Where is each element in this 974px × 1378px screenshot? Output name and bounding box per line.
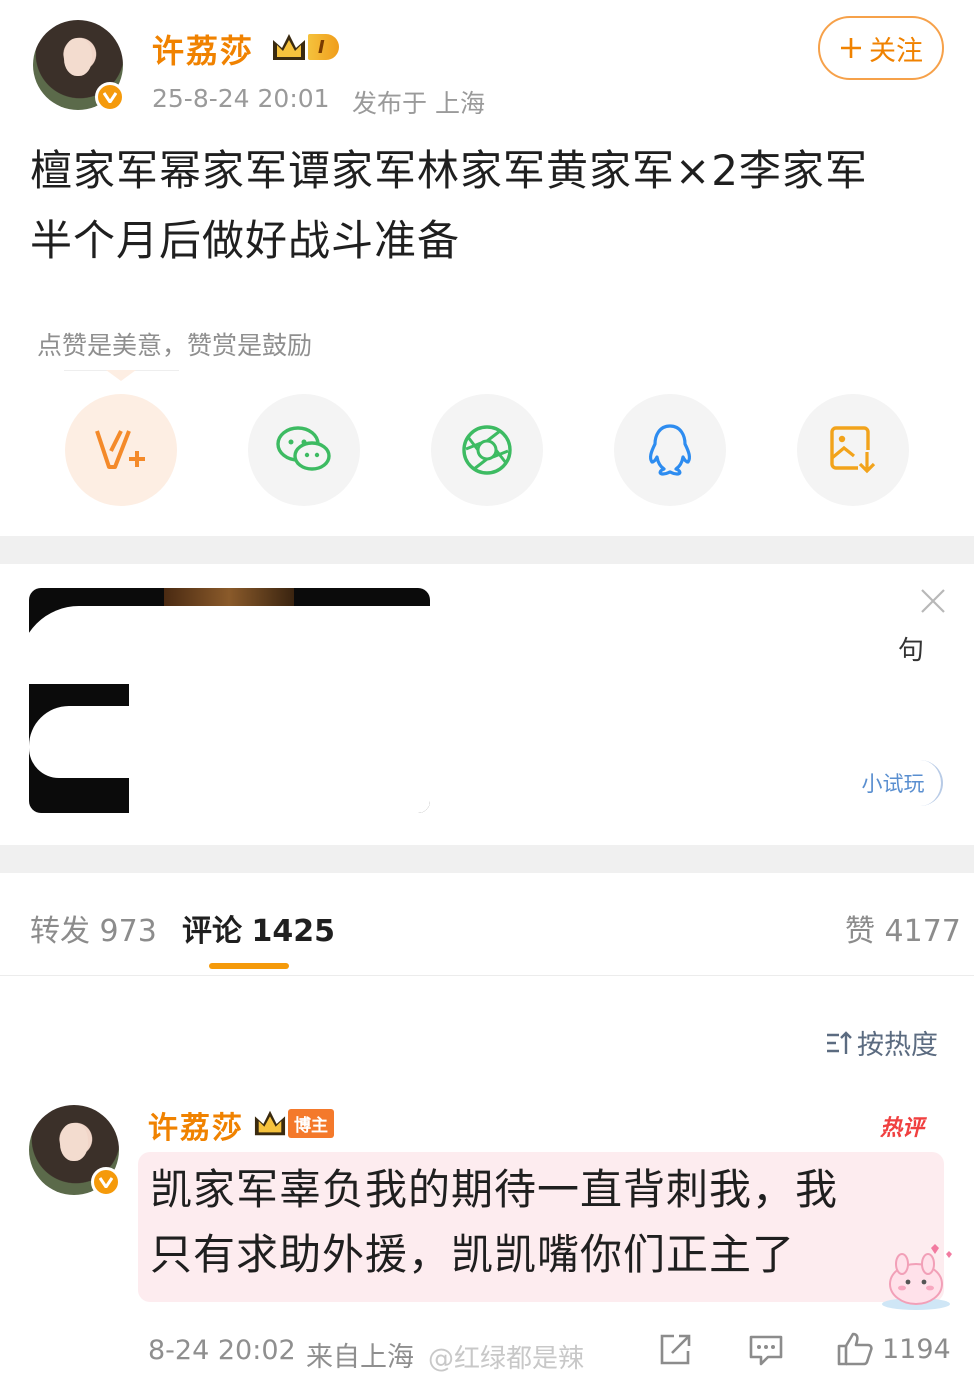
- moments-icon: [462, 425, 512, 475]
- tab-comment[interactable]: 评论 1425: [182, 906, 335, 950]
- crown-icon: [273, 34, 305, 60]
- comment-text-line1: 凯家军辜负我的期待一直背刺我，我: [150, 1165, 839, 1214]
- reward-tip: 点赞是美意，赞赏是鼓励: [37, 331, 313, 360]
- comment-author-name[interactable]: 许荔莎: [148, 1103, 244, 1147]
- section-divider: [0, 845, 974, 873]
- section-divider: [0, 536, 974, 564]
- post-text-line2: 半个月后做好战斗准备: [30, 216, 461, 265]
- tab-like[interactable]: 赞 4177: [845, 906, 961, 950]
- bunny-sticker-icon: [882, 1244, 952, 1310]
- post-text-line1: 檀家军幂家军谭家军林家军黄家军×2李家军: [30, 146, 868, 195]
- post-location: 发布于 上海: [352, 89, 485, 118]
- ad-cta-button[interactable]: 小试玩: [845, 760, 943, 806]
- comment-repost-button[interactable]: [658, 1333, 692, 1367]
- ad-image[interactable]: [29, 588, 430, 813]
- comment-text-line2: 只有求助外援，凯凯嘴你们正主了: [150, 1230, 796, 1279]
- thumbs-up-icon: [837, 1332, 873, 1366]
- follow-button[interactable]: 关注: [818, 16, 944, 80]
- sort-button[interactable]: 按热度: [825, 1023, 938, 1062]
- avatar-face: [63, 38, 93, 76]
- verified-icon: [95, 82, 125, 112]
- share-wechat-button[interactable]: [248, 394, 360, 506]
- tab-like-label: 赞: [845, 914, 875, 949]
- follow-label: 关注: [869, 35, 923, 67]
- comment-reply-button[interactable]: [748, 1333, 784, 1367]
- watermark: @红绿都是辣: [428, 1344, 585, 1374]
- reward-v-button[interactable]: [65, 394, 177, 506]
- member-badge[interactable]: I: [270, 30, 339, 64]
- tab-like-count: 4177: [884, 914, 961, 949]
- crown-icon: [254, 1110, 286, 1136]
- tabs-divider: [0, 975, 974, 976]
- wechat-icon: [276, 426, 331, 471]
- ad-redaction: [430, 588, 920, 863]
- ad-cta-label: 小试玩: [861, 772, 925, 796]
- share-qq-button[interactable]: [614, 394, 726, 506]
- avatar-face: [59, 1123, 89, 1161]
- reward-pointer: [106, 370, 136, 381]
- save-image-button[interactable]: [797, 394, 909, 506]
- ad-redaction: [129, 668, 430, 813]
- comment-author-badges: 博主: [252, 1107, 334, 1139]
- comment-bubble[interactable]: 凯家军辜负我的期待一直背刺我，我 只有求助外援，凯凯嘴你们正主了: [138, 1152, 944, 1302]
- tab-repost[interactable]: 转发 973: [30, 906, 157, 950]
- tab-comment-count: 1425: [251, 914, 336, 949]
- post-date: 25-8-24 20:01: [152, 84, 330, 113]
- tab-repost-label: 转发: [30, 914, 90, 949]
- comment-source: 来自上海: [306, 1342, 414, 1373]
- hot-comment-tag: 热评: [880, 1116, 925, 1141]
- save-image-icon: [830, 426, 876, 474]
- tab-indicator: [209, 963, 289, 969]
- tab-comment-label: 评论: [182, 914, 242, 949]
- comment-author-avatar[interactable]: [29, 1105, 121, 1197]
- sort-label: 按热度: [857, 1030, 938, 1061]
- sort-icon: [827, 1030, 852, 1054]
- repost-icon: [660, 1334, 691, 1365]
- comment-like-count: 1194: [882, 1333, 951, 1365]
- level-chip: I: [308, 34, 339, 60]
- ad-side-text: 句: [898, 636, 925, 666]
- ad-close-icon[interactable]: [920, 588, 946, 614]
- post-text[interactable]: 檀家军幂家军谭家军林家军黄家军×2李家军 半个月后做好战斗准备: [30, 136, 960, 276]
- comment-like-button[interactable]: 1194: [836, 1331, 951, 1367]
- comment-time: 8-24 20:02: [148, 1335, 296, 1366]
- author-name[interactable]: 许荔莎: [152, 26, 254, 72]
- qq-icon: [648, 424, 692, 476]
- comment-icon: [749, 1335, 783, 1366]
- author-avatar[interactable]: [33, 20, 125, 112]
- blogger-badge: 博主: [288, 1108, 334, 1138]
- tab-repost-count: 973: [99, 914, 157, 949]
- verified-icon: [91, 1167, 121, 1197]
- v-plus-icon: [95, 430, 145, 469]
- plus-icon: [841, 38, 861, 58]
- share-moments-button[interactable]: [431, 394, 543, 506]
